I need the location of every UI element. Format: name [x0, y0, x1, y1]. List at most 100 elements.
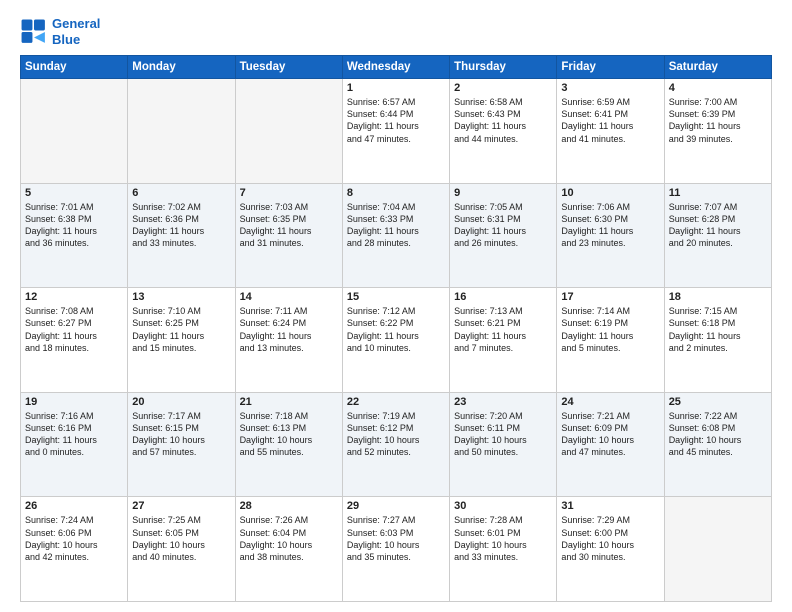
- day-info: Sunrise: 7:10 AM Sunset: 6:25 PM Dayligh…: [132, 305, 230, 354]
- day-number: 25: [669, 396, 767, 408]
- weekday-header-row: SundayMondayTuesdayWednesdayThursdayFrid…: [21, 56, 772, 79]
- calendar-cell: 1 Sunrise: 6:57 AM Sunset: 6:44 PM Daylig…: [342, 79, 449, 184]
- calendar-cell: [21, 79, 128, 184]
- day-number: 20: [132, 396, 230, 408]
- logo-text: General Blue: [52, 16, 100, 47]
- day-info: Sunrise: 7:29 AM Sunset: 6:00 PM Dayligh…: [561, 514, 659, 563]
- calendar-cell: 29Sunrise: 7:27 AM Sunset: 6:03 PM Dayli…: [342, 497, 449, 602]
- calendar-cell: 30 Sunrise: 7:28 AM Sunset: 6:01 PM Dayli…: [450, 497, 557, 602]
- calendar-cell: 25 Sunrise: 7:22 AM Sunset: 6:08 PM Dayli…: [664, 392, 771, 497]
- calendar-cell: 3Sunrise: 6:59 AM Sunset: 6:41 PM Daylig…: [557, 79, 664, 184]
- weekday-header-wednesday: Wednesday: [342, 56, 449, 79]
- calendar-cell: 31 Sunrise: 7:29 AM Sunset: 6:00 PM Dayli…: [557, 497, 664, 602]
- day-info: Sunrise: 6:57 AM Sunset: 6:44 PM Dayligh…: [347, 96, 445, 145]
- day-info: Sunrise: 7:01 AM Sunset: 6:38 PM Dayligh…: [25, 201, 123, 250]
- calendar-cell: 10 Sunrise: 7:06 AM Sunset: 6:30 PM Dayli…: [557, 183, 664, 288]
- day-number: 30: [454, 500, 552, 512]
- day-number: 7: [240, 187, 338, 199]
- day-number: 13: [132, 291, 230, 303]
- calendar-cell: 16 Sunrise: 7:13 AM Sunset: 6:21 PM Dayli…: [450, 288, 557, 393]
- weekday-header-monday: Monday: [128, 56, 235, 79]
- day-number: 17: [561, 291, 659, 303]
- weekday-header-thursday: Thursday: [450, 56, 557, 79]
- calendar-cell: 11 Sunrise: 7:07 AM Sunset: 6:28 PM Dayli…: [664, 183, 771, 288]
- calendar-cell: 17 Sunrise: 7:14 AM Sunset: 6:19 PM Dayli…: [557, 288, 664, 393]
- day-info: Sunrise: 7:03 AM Sunset: 6:35 PM Dayligh…: [240, 201, 338, 250]
- day-number: 8: [347, 187, 445, 199]
- day-number: 24: [561, 396, 659, 408]
- calendar-cell: 7 Sunrise: 7:03 AM Sunset: 6:35 PM Daylig…: [235, 183, 342, 288]
- calendar-cell: [128, 79, 235, 184]
- logo-icon: [20, 18, 48, 46]
- calendar-row-3: 12 Sunrise: 7:08 AM Sunset: 6:27 PM Dayli…: [21, 288, 772, 393]
- weekday-header-friday: Friday: [557, 56, 664, 79]
- day-number: 28: [240, 500, 338, 512]
- calendar-cell: 26Sunrise: 7:24 AM Sunset: 6:06 PM Dayli…: [21, 497, 128, 602]
- day-info: Sunrise: 7:07 AM Sunset: 6:28 PM Dayligh…: [669, 201, 767, 250]
- day-info: Sunrise: 7:08 AM Sunset: 6:27 PM Dayligh…: [25, 305, 123, 354]
- calendar-cell: 24 Sunrise: 7:21 AM Sunset: 6:09 PM Dayli…: [557, 392, 664, 497]
- calendar-cell: 14 Sunrise: 7:11 AM Sunset: 6:24 PM Dayli…: [235, 288, 342, 393]
- day-number: 14: [240, 291, 338, 303]
- calendar-cell: 5 Sunrise: 7:01 AM Sunset: 6:38 PM Daylig…: [21, 183, 128, 288]
- day-number: 2: [454, 82, 552, 94]
- day-number: 12: [25, 291, 123, 303]
- day-number: 31: [561, 500, 659, 512]
- day-number: 6: [132, 187, 230, 199]
- day-number: 21: [240, 396, 338, 408]
- day-info: Sunrise: 7:11 AM Sunset: 6:24 PM Dayligh…: [240, 305, 338, 354]
- day-number: 1: [347, 82, 445, 94]
- day-number: 10: [561, 187, 659, 199]
- day-info: Sunrise: 7:19 AM Sunset: 6:12 PM Dayligh…: [347, 410, 445, 459]
- day-number: 19: [25, 396, 123, 408]
- calendar-cell: 23 Sunrise: 7:20 AM Sunset: 6:11 PM Dayli…: [450, 392, 557, 497]
- day-number: 9: [454, 187, 552, 199]
- calendar-cell: 18Sunrise: 7:15 AM Sunset: 6:18 PM Dayli…: [664, 288, 771, 393]
- calendar-row-4: 19Sunrise: 7:16 AM Sunset: 6:16 PM Dayli…: [21, 392, 772, 497]
- calendar-cell: [235, 79, 342, 184]
- day-info: Sunrise: 7:04 AM Sunset: 6:33 PM Dayligh…: [347, 201, 445, 250]
- day-number: 27: [132, 500, 230, 512]
- calendar-cell: 21 Sunrise: 7:18 AM Sunset: 6:13 PM Dayli…: [235, 392, 342, 497]
- calendar-cell: 28Sunrise: 7:26 AM Sunset: 6:04 PM Dayli…: [235, 497, 342, 602]
- header: General Blue: [20, 16, 772, 47]
- day-info: Sunrise: 7:13 AM Sunset: 6:21 PM Dayligh…: [454, 305, 552, 354]
- day-number: 23: [454, 396, 552, 408]
- day-info: Sunrise: 6:58 AM Sunset: 6:43 PM Dayligh…: [454, 96, 552, 145]
- calendar-cell: 6 Sunrise: 7:02 AM Sunset: 6:36 PM Daylig…: [128, 183, 235, 288]
- calendar-cell: 12 Sunrise: 7:08 AM Sunset: 6:27 PM Dayli…: [21, 288, 128, 393]
- day-number: 4: [669, 82, 767, 94]
- day-info: Sunrise: 7:14 AM Sunset: 6:19 PM Dayligh…: [561, 305, 659, 354]
- logo: General Blue: [20, 16, 100, 47]
- day-info: Sunrise: 7:17 AM Sunset: 6:15 PM Dayligh…: [132, 410, 230, 459]
- day-info: Sunrise: 6:59 AM Sunset: 6:41 PM Dayligh…: [561, 96, 659, 145]
- calendar-cell: [664, 497, 771, 602]
- weekday-header-sunday: Sunday: [21, 56, 128, 79]
- day-info: Sunrise: 7:18 AM Sunset: 6:13 PM Dayligh…: [240, 410, 338, 459]
- calendar-row-5: 26Sunrise: 7:24 AM Sunset: 6:06 PM Dayli…: [21, 497, 772, 602]
- calendar-cell: 15Sunrise: 7:12 AM Sunset: 6:22 PM Dayli…: [342, 288, 449, 393]
- calendar-cell: 4Sunrise: 7:00 AM Sunset: 6:39 PM Daylig…: [664, 79, 771, 184]
- day-number: 18: [669, 291, 767, 303]
- calendar-row-1: 1 Sunrise: 6:57 AM Sunset: 6:44 PM Daylig…: [21, 79, 772, 184]
- calendar-cell: 22 Sunrise: 7:19 AM Sunset: 6:12 PM Dayli…: [342, 392, 449, 497]
- weekday-header-saturday: Saturday: [664, 56, 771, 79]
- calendar-cell: 13 Sunrise: 7:10 AM Sunset: 6:25 PM Dayli…: [128, 288, 235, 393]
- day-info: Sunrise: 7:27 AM Sunset: 6:03 PM Dayligh…: [347, 514, 445, 563]
- day-number: 11: [669, 187, 767, 199]
- day-info: Sunrise: 7:21 AM Sunset: 6:09 PM Dayligh…: [561, 410, 659, 459]
- page: General Blue SundayMondayTuesdayWednesda…: [0, 0, 792, 612]
- day-info: Sunrise: 7:28 AM Sunset: 6:01 PM Dayligh…: [454, 514, 552, 563]
- day-number: 22: [347, 396, 445, 408]
- day-info: Sunrise: 7:22 AM Sunset: 6:08 PM Dayligh…: [669, 410, 767, 459]
- day-number: 5: [25, 187, 123, 199]
- calendar-row-2: 5 Sunrise: 7:01 AM Sunset: 6:38 PM Daylig…: [21, 183, 772, 288]
- day-number: 16: [454, 291, 552, 303]
- day-info: Sunrise: 7:20 AM Sunset: 6:11 PM Dayligh…: [454, 410, 552, 459]
- day-info: Sunrise: 7:24 AM Sunset: 6:06 PM Dayligh…: [25, 514, 123, 563]
- calendar-cell: 20 Sunrise: 7:17 AM Sunset: 6:15 PM Dayli…: [128, 392, 235, 497]
- weekday-header-tuesday: Tuesday: [235, 56, 342, 79]
- day-info: Sunrise: 7:06 AM Sunset: 6:30 PM Dayligh…: [561, 201, 659, 250]
- day-info: Sunrise: 7:12 AM Sunset: 6:22 PM Dayligh…: [347, 305, 445, 354]
- day-info: Sunrise: 7:02 AM Sunset: 6:36 PM Dayligh…: [132, 201, 230, 250]
